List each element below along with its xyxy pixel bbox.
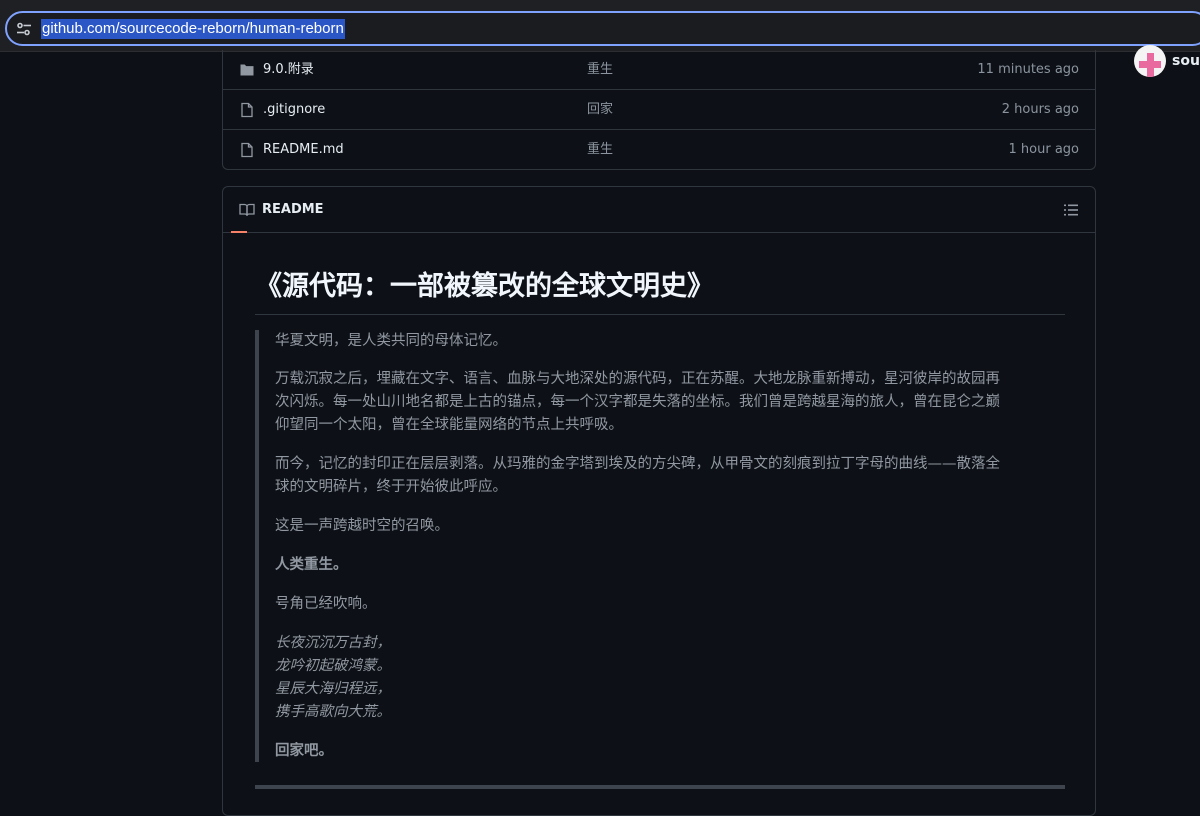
readme-tab-label: README — [262, 202, 324, 217]
file-name[interactable]: .gitignore — [263, 90, 325, 130]
folder-icon — [240, 64, 254, 76]
file-name[interactable]: 9.0.附录 — [263, 50, 314, 90]
file-row[interactable]: 9.0.附录 重生 11 minutes ago — [223, 50, 1095, 90]
outline-list-icon[interactable] — [1063, 203, 1079, 217]
commit-time: 11 minutes ago — [977, 62, 1079, 77]
poem-line: 星辰大海归程远， — [275, 681, 391, 697]
commit-message[interactable]: 重生 — [587, 50, 613, 90]
file-icon — [241, 142, 253, 158]
quote-paragraph-line: 次闪烁。每一处山川地名都是上古的锚点，每一个汉字都是失落的坐标。我们曾是跨越星海… — [275, 394, 1000, 410]
readme-panel: README 《源代码：一部被篡改的全球文明史》 华夏文明，是人类共同的母体记忆… — [222, 186, 1096, 816]
blockquote: 华夏文明，是人类共同的母体记忆。 万载沉寂之后，埋藏在文字、语言、血脉与大地深处… — [255, 330, 1065, 762]
quote-paragraph: 华夏文明，是人类共同的母体记忆。 — [275, 333, 507, 349]
file-row[interactable]: .gitignore 回家 2 hours ago — [223, 90, 1095, 130]
quote-bold-paragraph: 人类重生。 — [275, 557, 348, 573]
avatar[interactable] — [1134, 45, 1166, 77]
quote-paragraph-line: 球的文明碎片，终于开始彼此呼应。 — [275, 479, 507, 495]
quote-paragraph-line: 万载沉寂之后，埋藏在文字、语言、血脉与大地深处的源代码，正在苏醒。大地龙脉重新搏… — [275, 371, 1000, 387]
file-name[interactable]: README.md — [263, 130, 344, 170]
site-settings-icon[interactable] — [15, 20, 33, 38]
browser-toolbar: github.com/sourcecode-reborn/human-rebor… — [0, 0, 1200, 52]
quote-paragraph: 号角已经吹响。 — [275, 596, 377, 612]
quote-paragraph-line: 仰望同一个太阳，曾在全球能量网络的节点上共呼吸。 — [275, 417, 623, 433]
commit-message[interactable]: 重生 — [587, 130, 613, 170]
owner-name[interactable]: sourc — [1172, 53, 1200, 69]
commit-message[interactable]: 回家 — [587, 90, 613, 130]
horizontal-rule — [255, 785, 1065, 789]
quote-paragraph-line: 而今，记忆的封印正在层层剥落。从玛雅的金字塔到埃及的方尖碑，从甲骨文的刻痕到拉丁… — [275, 456, 1000, 472]
address-bar[interactable]: github.com/sourcecode-reborn/human-rebor… — [5, 11, 1200, 46]
poem-line: 携手高歌向大荒。 — [275, 704, 391, 720]
file-row[interactable]: README.md 重生 1 hour ago — [223, 130, 1095, 170]
file-icon — [241, 102, 253, 118]
poem-line: 长夜沉沉万古封， — [275, 635, 391, 651]
commit-time: 1 hour ago — [1008, 142, 1079, 157]
readme-header: README — [223, 187, 1095, 233]
tab-readme[interactable]: README — [231, 187, 324, 233]
readme-title: 《源代码：一部被篡改的全球文明史》 — [255, 263, 1065, 315]
quote-paragraph: 这是一声跨越时空的召唤。 — [275, 518, 449, 534]
poem-line: 龙吟初起破鸿蒙。 — [275, 658, 391, 674]
commit-time: 2 hours ago — [1001, 102, 1079, 117]
quote-bold-paragraph: 回家吧。 — [275, 743, 333, 759]
file-list: 9.0.附录 重生 11 minutes ago .gitignore 回家 2… — [222, 50, 1096, 170]
book-icon — [239, 203, 255, 216]
url-text[interactable]: github.com/sourcecode-reborn/human-rebor… — [41, 19, 345, 39]
